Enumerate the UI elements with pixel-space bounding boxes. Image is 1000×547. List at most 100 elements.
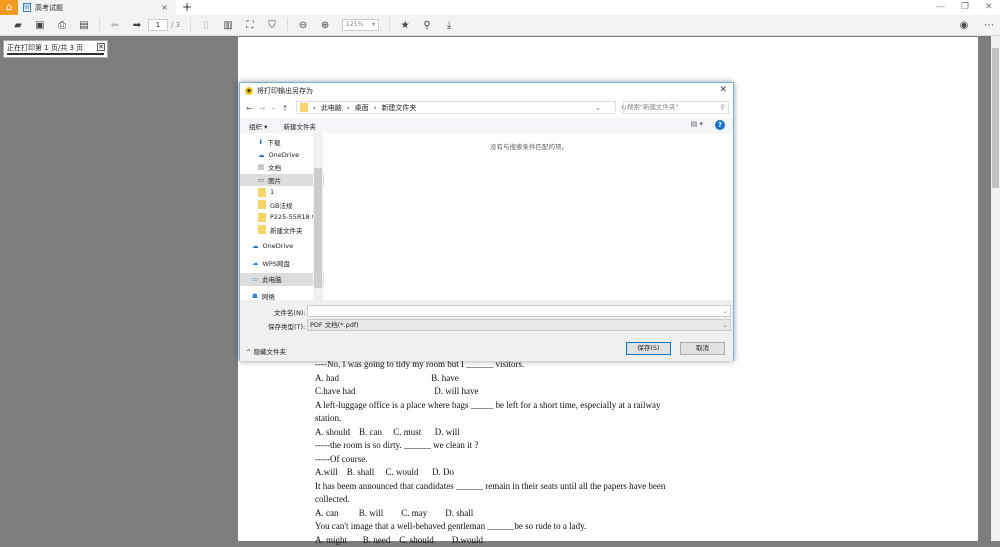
folder-icon (258, 225, 266, 234)
download-icon[interactable]: ⤓ (438, 20, 460, 31)
nav-scrollbar[interactable] (313, 133, 323, 300)
tab-document[interactable]: W 高考试题 × (18, 0, 176, 15)
nav-item[interactable]: ▤文档✎ (240, 161, 324, 174)
breadcrumb-item[interactable]: 此电脑 (321, 103, 342, 113)
nav-item[interactable]: ☁WPS网盘 (240, 257, 324, 270)
cloud-icon: ☁ (252, 259, 259, 267)
nav-item-label: 图片 (268, 175, 281, 185)
up-icon[interactable]: ↑ (282, 104, 289, 113)
document-line: station. (315, 412, 685, 426)
nav-item[interactable]: 1 (240, 186, 324, 199)
word-doc-icon: W (23, 3, 31, 12)
filetype-select[interactable]: PDF 文档(*.pdf)⌄ (307, 319, 731, 331)
document-line: You can't image that a well-behaved gent… (315, 520, 685, 534)
document-line: A. had B. have (315, 372, 685, 386)
nav-item[interactable]: 新建文件夹 (240, 224, 324, 237)
close-dialog-button[interactable]: ✕ (719, 85, 727, 95)
nav-item[interactable]: ☁OneDrive✎ (240, 149, 324, 162)
download-icon: ⬇ (258, 138, 263, 146)
new-tab-button[interactable]: + (182, 0, 192, 15)
chevron-down-icon[interactable]: ⌄ (723, 306, 728, 316)
folder-icon (258, 213, 266, 222)
document-line: -----the room is so dirty. ______ we cle… (315, 439, 685, 453)
recent-chevron-icon[interactable]: ⌄ (271, 105, 275, 111)
organize-button[interactable]: 组织 ▾ (249, 121, 267, 131)
page-input[interactable]: 1 (148, 19, 168, 31)
document-line: It has beem announced that candidates __… (315, 480, 685, 494)
search-icon[interactable]: ⚲ (416, 20, 438, 31)
close-tab-icon[interactable]: × (161, 3, 168, 12)
save-as-dialog: ◉将打印输出另存为 ✕ ← → ⌄ ↑ ›此电脑 ›桌面 ›新建文件夹 ⌄ ↻ … (239, 82, 734, 361)
nav-item[interactable]: ⬇下载✎ (240, 136, 324, 149)
minimize-button[interactable]: — (936, 2, 945, 12)
nav-item-label: 文档 (268, 162, 281, 172)
pictures-icon: ▭ (258, 176, 264, 184)
vertical-scrollbar[interactable] (991, 36, 1000, 541)
view-options-icon[interactable]: ▤ ▾ (691, 120, 703, 128)
search-input[interactable]: 搜索"新建文件夹"⚲ (623, 101, 729, 114)
next-page-icon[interactable]: ➡ (126, 20, 148, 31)
breadcrumb-item[interactable]: 桌面 (355, 103, 369, 113)
more-icon[interactable]: ⋯ (978, 20, 1000, 31)
address-bar[interactable]: ›此电脑 ›桌面 ›新建文件夹 ⌄ ↻ (296, 101, 616, 114)
nav-item-label: 1 (270, 188, 274, 196)
star-icon[interactable]: ★ (394, 20, 416, 31)
filename-input[interactable]: ⌄ (307, 305, 731, 317)
chevron-up-icon: ^ (246, 348, 254, 356)
search-icon: ⚲ (720, 102, 725, 113)
help-icon[interactable]: ? (715, 120, 725, 130)
nav-item[interactable]: ▭图片✎ (240, 174, 324, 187)
network-icon: ☗ (252, 292, 258, 300)
print-icon[interactable]: ⎙ (51, 20, 73, 31)
tab-title: 高考试题 (35, 3, 63, 13)
zoom-value: 125% (346, 21, 363, 28)
nav-item[interactable]: ☁ OneDrive (240, 240, 324, 253)
folder-icon (258, 188, 266, 197)
zoom-in-icon[interactable]: ⊕ (314, 20, 336, 31)
hide-folders-button[interactable]: ^ 隐藏文件夹 (246, 346, 286, 356)
breadcrumb-sep: › (313, 104, 316, 112)
open-file-icon[interactable]: ▣ (29, 20, 51, 31)
nav-item-label: 新建文件夹 (270, 225, 303, 235)
chevron-down-icon[interactable]: ⌄ (595, 104, 601, 112)
account-icon[interactable]: ◉ (953, 20, 975, 31)
document-line: A. should B. can C. must D. will (315, 426, 685, 440)
prev-page-icon[interactable]: ⬅ (104, 20, 126, 31)
onedrive-icon: ☁ (252, 242, 259, 250)
zoom-select[interactable]: 125% ▾ (342, 19, 379, 31)
nav-item[interactable]: GB法规 (240, 199, 324, 212)
breadcrumb-item[interactable]: 新建文件夹 (381, 103, 416, 113)
print-progress-panel: 正在打印第 1 页/共 3 页 ✕ (3, 40, 108, 58)
document-line: A. might B. need C. should D.would (315, 534, 685, 547)
bookmark-icon[interactable]: ⛉ (261, 20, 283, 31)
save-icon[interactable]: ▤ (73, 20, 95, 31)
new-folder-button[interactable]: 新建文件夹 (283, 121, 316, 131)
open-folder-icon[interactable]: ▰ (7, 20, 29, 31)
close-icon[interactable]: ✕ (97, 43, 105, 51)
nav-item-label: 此电脑 (262, 274, 282, 284)
home-icon[interactable]: ⌂ (0, 0, 18, 15)
fit-page-icon[interactable]: ⛶ (239, 20, 261, 31)
document-line: -----Of course. (315, 453, 685, 467)
forward-icon[interactable]: → (259, 104, 266, 113)
divider (190, 18, 191, 32)
single-page-icon[interactable]: ▯ (195, 20, 217, 31)
chevron-down-icon: ⌄ (723, 320, 728, 330)
cancel-button[interactable]: 取消 (680, 342, 725, 355)
nav-item[interactable]: P225-55R18 98 (240, 211, 324, 224)
nav-item[interactable]: ▭ 此电脑 (240, 273, 324, 286)
scrollbar-thumb[interactable] (314, 168, 322, 288)
close-window-button[interactable]: ✕ (985, 2, 993, 12)
zoom-out-icon[interactable]: ⊖ (292, 20, 314, 31)
page-total: / 3 (171, 21, 180, 29)
restore-button[interactable]: ❐ (961, 2, 969, 12)
document-line: A.will B. shall C. would D. Do (315, 466, 685, 480)
back-icon[interactable]: ← (246, 104, 253, 113)
two-page-icon[interactable]: ▥ (217, 20, 239, 31)
filename-label: 文件名(N): (274, 307, 306, 317)
empty-message: 没有与搜索条件匹配的项。 (490, 141, 568, 151)
save-button[interactable]: 保存(S) (626, 342, 671, 355)
scrollbar-thumb[interactable] (992, 48, 999, 188)
computer-icon: ▭ (252, 275, 258, 283)
nav-item-label: OneDrive (263, 242, 294, 250)
